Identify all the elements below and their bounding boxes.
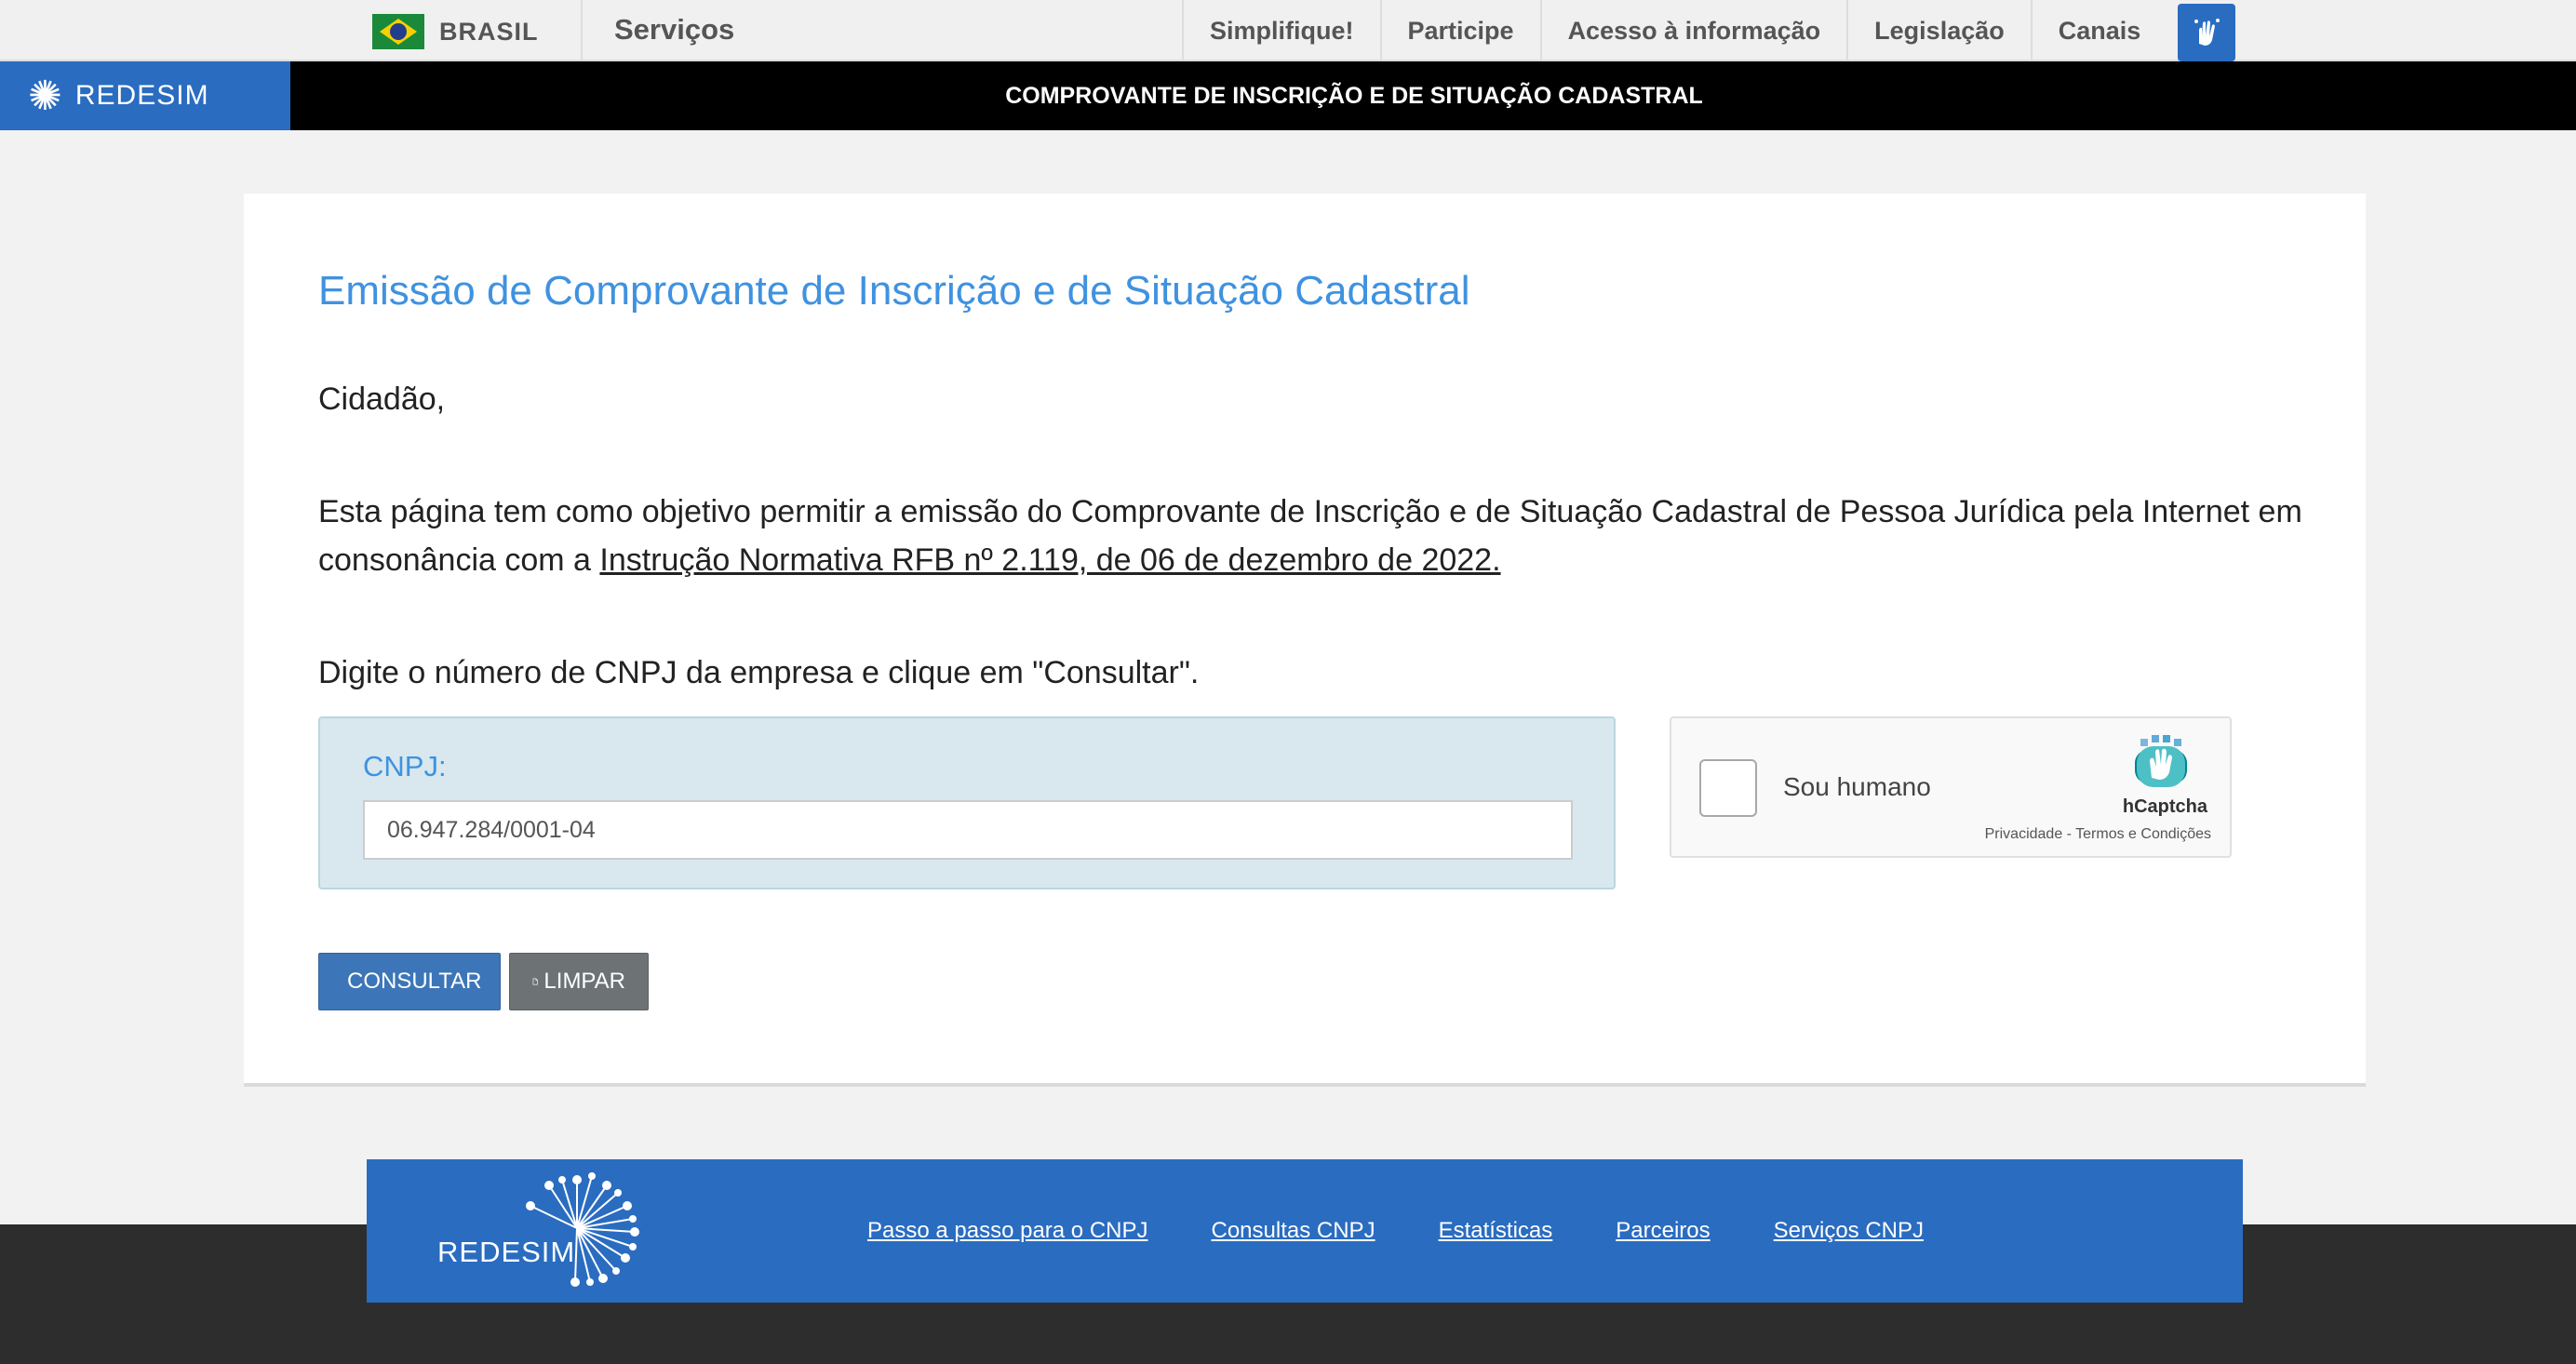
brazil-flag-icon — [372, 14, 424, 49]
cnpj-input[interactable] — [363, 800, 1573, 860]
banner-title: COMPROVANTE DE INSCRIÇÃO E DE SITUAÇÃO C… — [1005, 82, 1703, 109]
consultar-button[interactable]: CONSULTAR — [318, 953, 501, 1010]
gov-link-acesso-informacao[interactable]: Acesso à informação — [1539, 0, 1847, 61]
hcaptcha-widget: Sou humano hCaptcha Privacidade - Termos… — [1670, 716, 2232, 858]
captcha-checkbox[interactable] — [1699, 759, 1757, 817]
gov-link-legislacao[interactable]: Legislação — [1846, 0, 2031, 61]
intro-paragraph: Esta página tem como objetivo permitir a… — [318, 488, 2319, 584]
footer-link-servicos[interactable]: Serviços CNPJ — [1774, 1218, 1924, 1244]
hcaptcha-logo-icon — [2135, 735, 2187, 787]
starburst-icon — [526, 1172, 639, 1287]
consultar-label: CONSULTAR — [347, 969, 482, 994]
footer-nav: Passo a passo para o CNPJ Consultas CNPJ… — [867, 1159, 1924, 1303]
gov-nav: Simplifique! Participe Acesso à informaç… — [1182, 0, 2167, 61]
redesim-bar: ✺ REDESIM COMPROVANTE DE INSCRIÇÃO E DE … — [0, 61, 2576, 130]
gov-top-bar: BRASIL Serviços Simplifique! Participe A… — [0, 0, 2576, 61]
limpar-button[interactable]: LIMPAR — [509, 953, 649, 1010]
starburst-icon: ✺ — [28, 73, 62, 119]
page-title: Emissão de Comprovante de Inscrição e de… — [318, 268, 1470, 314]
redesim-logo[interactable]: ✺ REDESIM — [0, 61, 290, 130]
instrucao-normativa-link[interactable]: Instrução Normativa RFB nº 2.119, de 06 … — [599, 542, 1500, 578]
captcha-brand: hCaptcha — [2122, 796, 2207, 817]
footer-redesim-logo[interactable]: REDESIM — [437, 1172, 651, 1290]
footer-link-parceiros[interactable]: Parceiros — [1616, 1218, 1710, 1244]
main-card: Emissão de Comprovante de Inscrição e de… — [244, 194, 2366, 1087]
footer-link-estatisticas[interactable]: Estatísticas — [1439, 1218, 1553, 1244]
gov-link-simplifique[interactable]: Simplifique! — [1182, 0, 1380, 61]
gov-divider — [581, 0, 583, 61]
hand-sign-icon[interactable] — [2178, 4, 2235, 61]
gov-link-participe[interactable]: Participe — [1379, 0, 1540, 61]
file-icon — [532, 978, 538, 985]
footer-link-passo-a-passo[interactable]: Passo a passo para o CNPJ — [867, 1218, 1148, 1244]
captcha-terms-link[interactable]: Privacidade - Termos e Condições — [1985, 826, 2211, 843]
instruction-text: Digite o número de CNPJ da empresa e cli… — [318, 655, 1200, 690]
captcha-label: Sou humano — [1783, 772, 1931, 801]
greeting: Cidadão, — [318, 381, 446, 417]
brasil-label: BRASIL — [439, 17, 539, 46]
footer-logo-text: REDESIM — [437, 1236, 576, 1268]
footer: REDESIM Passo a passo para o CNPJ Consul… — [367, 1159, 2243, 1303]
limpar-label: LIMPAR — [543, 969, 625, 994]
gov-brasil-link[interactable]: BRASIL — [372, 13, 539, 50]
servicos-link[interactable]: Serviços — [614, 13, 734, 47]
redesim-logo-text: REDESIM — [74, 80, 209, 111]
cnpj-label: CNPJ: — [363, 750, 447, 782]
cnpj-form-box: CNPJ: — [318, 716, 1616, 889]
gov-link-canais[interactable]: Canais — [2030, 0, 2167, 61]
footer-link-consultas[interactable]: Consultas CNPJ — [1212, 1218, 1375, 1244]
